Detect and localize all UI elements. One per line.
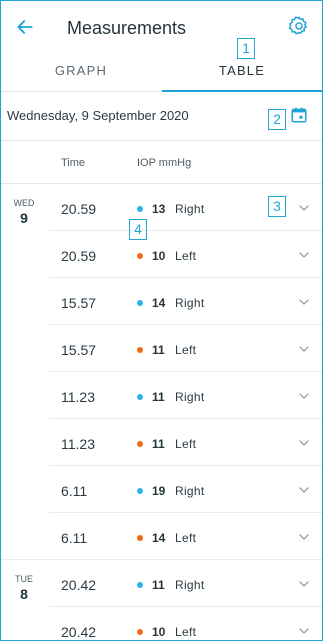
column-header-iop: IOP mmHg bbox=[137, 157, 192, 169]
measurement-time: 11.23 bbox=[61, 436, 95, 452]
chevron-down-icon[interactable] bbox=[298, 343, 310, 355]
arrow-left-icon[interactable] bbox=[15, 17, 35, 37]
measurement-list: WED 9 20.59 13 Right 20.59 10 Left 15.57 14 Right 1… bbox=[1, 184, 322, 640]
eye-side: Left bbox=[175, 343, 197, 357]
measurement-time: 15.57 bbox=[61, 342, 97, 358]
iop-value: 14 bbox=[152, 296, 166, 310]
iop-value: 19 bbox=[152, 484, 166, 498]
app-frame: Measurements GRAPH TABLE Wednesday, 9 Se… bbox=[0, 0, 323, 641]
measurement-time: 6.11 bbox=[61, 483, 88, 499]
measurement-time: 6.11 bbox=[61, 530, 88, 546]
marker-label: 2 bbox=[268, 109, 286, 130]
selected-date: Wednesday, 9 September 2020 bbox=[7, 108, 189, 123]
eye-side: Left bbox=[175, 249, 197, 263]
eye-indicator-dot bbox=[137, 535, 143, 541]
table-row[interactable]: 11.23 11 Right bbox=[1, 372, 322, 419]
table-row[interactable]: 20.42 10 Left bbox=[1, 607, 322, 640]
eye-indicator-dot bbox=[137, 441, 143, 447]
measurement-time: 20.42 bbox=[61, 577, 97, 593]
iop-value: 10 bbox=[152, 625, 166, 639]
measurement-time: 20.59 bbox=[61, 248, 97, 264]
iop-value: 11 bbox=[152, 437, 165, 451]
chevron-down-icon[interactable] bbox=[298, 296, 310, 308]
eye-side: Right bbox=[175, 578, 205, 592]
eye-indicator-dot bbox=[137, 206, 143, 212]
column-header-time: Time bbox=[61, 157, 86, 169]
eye-indicator-dot bbox=[137, 394, 143, 400]
measurement-time: 11.23 bbox=[61, 389, 95, 405]
iop-value: 14 bbox=[152, 531, 166, 545]
eye-side: Left bbox=[175, 437, 197, 451]
day-of-week: TUE bbox=[15, 574, 33, 584]
eye-side: Left bbox=[175, 531, 197, 545]
top-bar: Measurements bbox=[1, 1, 322, 54]
table-row[interactable]: 6.11 14 Left bbox=[1, 513, 322, 560]
chevron-down-icon[interactable] bbox=[298, 390, 310, 402]
chevron-down-icon[interactable] bbox=[298, 484, 310, 496]
iop-value: 11 bbox=[152, 578, 165, 592]
measurement-time: 15.57 bbox=[61, 295, 97, 311]
chevron-down-icon[interactable] bbox=[298, 531, 310, 543]
iop-value: 13 bbox=[152, 202, 166, 216]
tab-table[interactable]: TABLE bbox=[162, 54, 322, 92]
calendar-icon[interactable] bbox=[290, 106, 308, 124]
eye-indicator-dot bbox=[137, 253, 143, 259]
chevron-down-icon[interactable] bbox=[298, 202, 310, 214]
table-row[interactable]: 6.11 19 Right bbox=[1, 466, 322, 513]
iop-value: 11 bbox=[152, 343, 165, 357]
eye-indicator-dot bbox=[137, 300, 143, 306]
marker-label: 3 bbox=[268, 196, 286, 217]
eye-indicator-dot bbox=[137, 488, 143, 494]
page-title: Measurements bbox=[67, 18, 187, 38]
table-row[interactable]: 20.59 10 Left bbox=[1, 231, 322, 278]
tab-table-label: TABLE bbox=[218, 63, 266, 78]
day-of-week: WED bbox=[13, 198, 35, 208]
eye-side: Left bbox=[175, 625, 197, 639]
table-row[interactable]: 11.23 11 Left bbox=[1, 419, 322, 466]
table-row[interactable]: TUE 8 20.42 11 Right bbox=[1, 560, 322, 607]
eye-side: Right bbox=[175, 296, 205, 310]
day-number: 9 bbox=[20, 210, 28, 226]
tab-graph[interactable]: GRAPH bbox=[1, 54, 161, 91]
eye-indicator-dot bbox=[137, 629, 143, 635]
tab-bar: GRAPH TABLE bbox=[1, 54, 322, 92]
iop-value: 10 bbox=[152, 249, 166, 263]
table-row[interactable]: 15.57 11 Left bbox=[1, 325, 322, 372]
table-header: Time IOP mmHg bbox=[1, 141, 322, 184]
gear-icon[interactable] bbox=[288, 15, 310, 37]
chevron-down-icon[interactable] bbox=[298, 249, 310, 261]
marker-label: 1 bbox=[237, 38, 255, 59]
eye-side: Right bbox=[175, 390, 205, 404]
table-row[interactable]: 15.57 14 Right bbox=[1, 278, 322, 325]
day-number: 8 bbox=[20, 586, 28, 602]
chevron-down-icon[interactable] bbox=[298, 625, 310, 637]
measurement-time: 20.59 bbox=[61, 201, 97, 217]
eye-indicator-dot bbox=[137, 347, 143, 353]
eye-indicator-dot bbox=[137, 582, 143, 588]
eye-side: Right bbox=[175, 484, 205, 498]
day-label: TUE 8 bbox=[9, 574, 39, 602]
chevron-down-icon[interactable] bbox=[298, 578, 310, 590]
day-label: WED 9 bbox=[9, 198, 39, 226]
iop-value: 11 bbox=[152, 390, 165, 404]
chevron-down-icon[interactable] bbox=[298, 437, 310, 449]
eye-side: Right bbox=[175, 202, 205, 216]
measurement-time: 20.42 bbox=[61, 624, 97, 640]
marker-label: 4 bbox=[129, 219, 147, 240]
